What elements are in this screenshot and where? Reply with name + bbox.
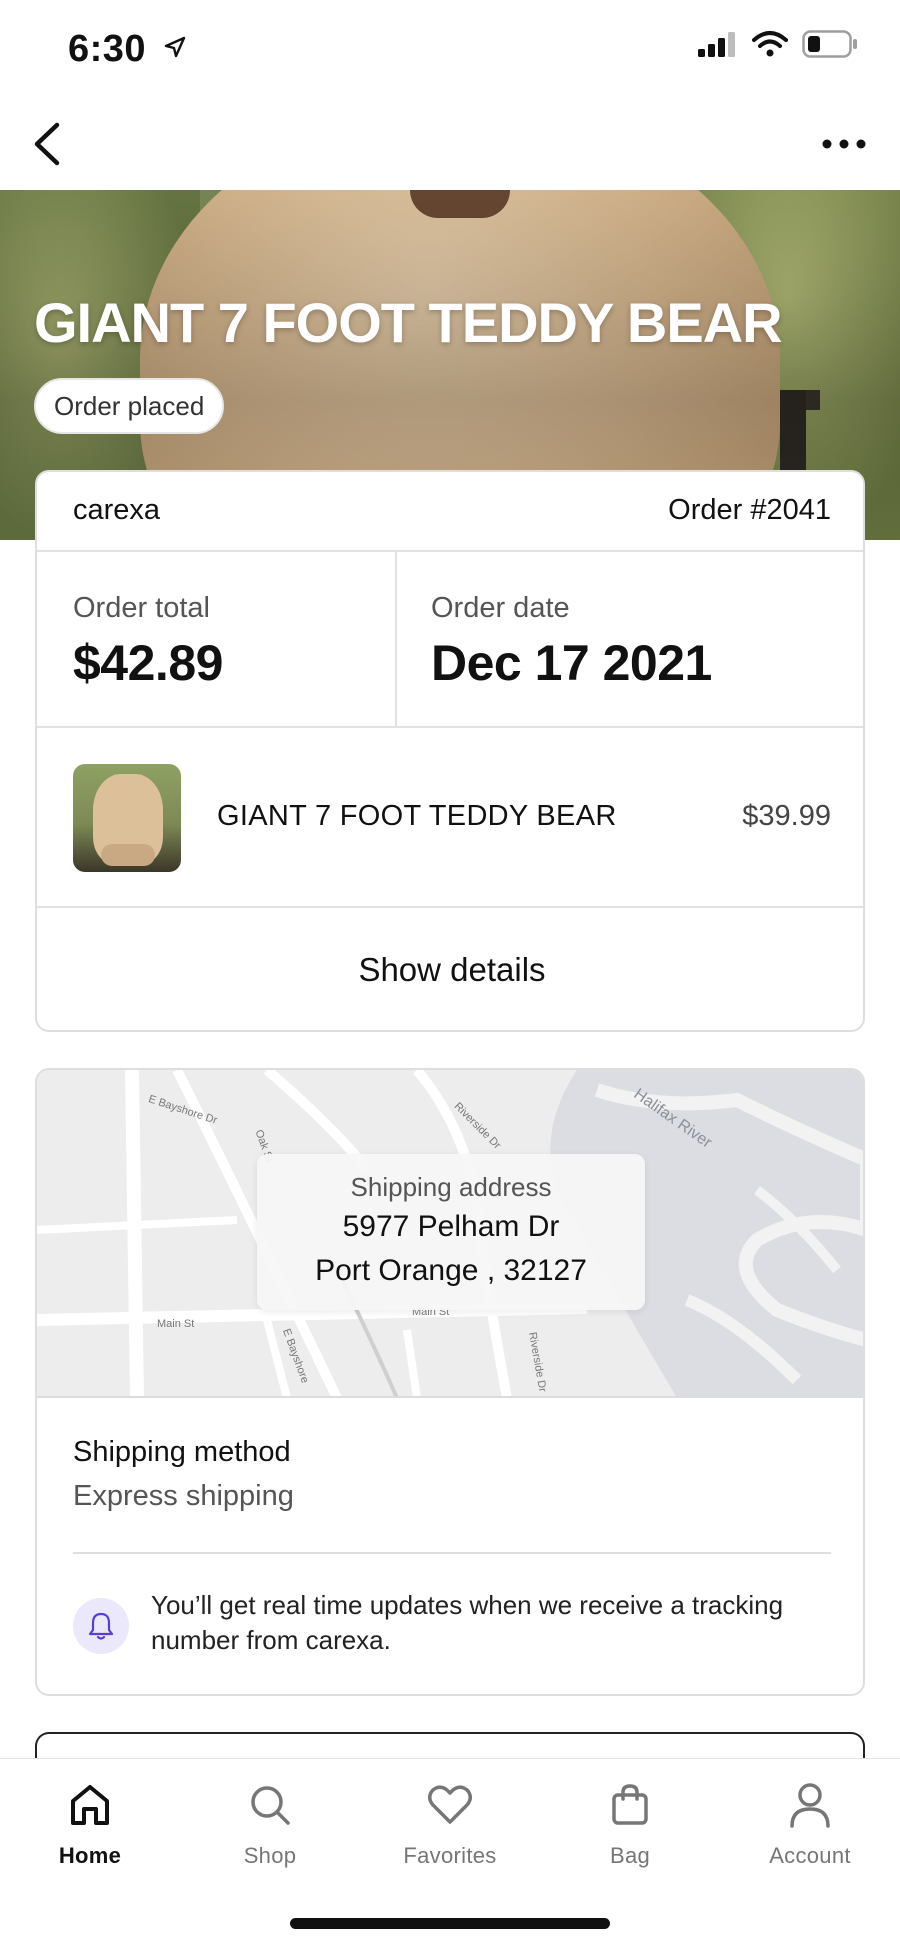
- tab-shop[interactable]: Shop: [180, 1777, 360, 1887]
- order-date-value: Dec 17 2021: [431, 635, 712, 691]
- tab-label: Favorites: [403, 1843, 497, 1868]
- order-stats-row: Order total $42.89 Order date Dec 17 202…: [37, 552, 863, 728]
- status-time-text: 6:30: [68, 28, 147, 70]
- tab-favorites[interactable]: Favorites: [360, 1777, 540, 1887]
- home-icon: [71, 1785, 109, 1825]
- tab-home[interactable]: Home: [0, 1777, 180, 1887]
- shipping-method-label: Shipping method: [73, 1436, 291, 1468]
- tab-label: Shop: [243, 1843, 297, 1868]
- tracking-notice: You’ll get real time updates when we rec…: [151, 1590, 784, 1655]
- status-bar: 6:30: [0, 0, 900, 96]
- order-date-label: Order date: [431, 592, 570, 624]
- user-icon: [790, 1783, 830, 1828]
- status-icons: [698, 30, 858, 63]
- line-item-name: GIANT 7 FOOT TEDDY BEAR: [217, 800, 617, 832]
- product-thumbnail: [73, 764, 181, 872]
- shop-name[interactable]: carexa: [73, 494, 160, 527]
- location-arrow-icon: [163, 26, 187, 69]
- order-number: Order #2041: [668, 494, 831, 526]
- show-details-button[interactable]: Show details: [37, 908, 863, 1030]
- line-item-price: $39.99: [742, 800, 831, 832]
- search-icon: [251, 1786, 290, 1825]
- shipping-address-line2: Port Orange , 32127: [315, 1254, 587, 1287]
- nav-bar: [0, 100, 900, 190]
- order-summary-card: carexa Order #2041 Order total $42.89 Or…: [35, 470, 865, 1032]
- order-status-badge: Order placed: [34, 378, 225, 434]
- more-options-button[interactable]: [814, 114, 874, 174]
- map-label-street: Main St: [157, 1318, 195, 1330]
- heart-icon: [428, 1785, 472, 1824]
- tab-label: Account: [769, 1843, 851, 1868]
- more-horizontal-icon: [822, 139, 866, 149]
- shipping-address-box: Shipping address 5977 Pelham Dr Port Ora…: [257, 1154, 645, 1310]
- cellular-signal-icon: [698, 31, 738, 62]
- order-total-label: Order total: [73, 592, 210, 624]
- shipping-address-label: Shipping address: [350, 1172, 552, 1202]
- wifi-icon: [752, 30, 788, 63]
- battery-icon: [802, 30, 858, 63]
- back-button[interactable]: [18, 114, 74, 174]
- tab-account[interactable]: Account: [720, 1777, 900, 1887]
- product-title: GIANT 7 FOOT TEDDY BEAR: [34, 291, 783, 354]
- shipping-card: E Bayshore Dr Oak St Riverside Dr Halifa…: [35, 1068, 865, 1696]
- order-header-row: carexa Order #2041: [37, 472, 863, 552]
- shipping-map[interactable]: E Bayshore Dr Oak St Riverside Dr Halifa…: [37, 1070, 863, 1398]
- bell-icon: [88, 1612, 114, 1640]
- tab-label: Bag: [609, 1843, 651, 1868]
- home-indicator: [290, 1918, 610, 1929]
- notification-icon-badge: [73, 1598, 129, 1654]
- bag-icon: [612, 1784, 648, 1825]
- divider: [73, 1552, 831, 1554]
- shipping-address-line1: 5977 Pelham Dr: [342, 1210, 560, 1243]
- tab-label: Home: [58, 1843, 122, 1868]
- chevron-left-icon: [34, 122, 60, 166]
- order-total-value: $42.89: [73, 635, 223, 691]
- order-line-item[interactable]: GIANT 7 FOOT TEDDY BEAR $39.99: [37, 728, 863, 908]
- tab-bag[interactable]: Bag: [540, 1777, 720, 1887]
- status-time: 6:30: [68, 26, 187, 71]
- shipping-method-value: Express shipping: [73, 1480, 294, 1512]
